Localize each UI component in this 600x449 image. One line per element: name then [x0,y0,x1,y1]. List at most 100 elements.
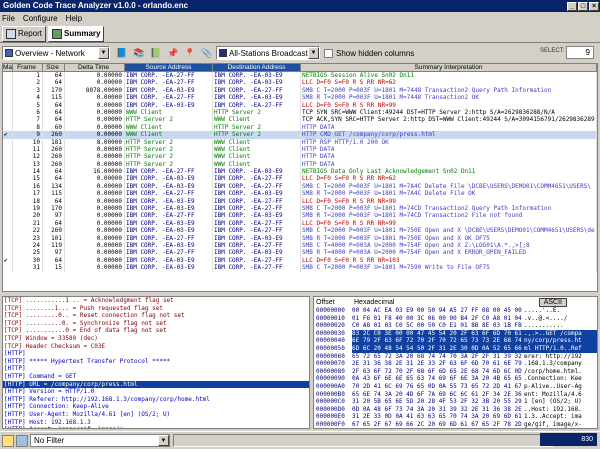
menu-file[interactable]: File [2,14,15,23]
table-row[interactable]: 14 64 16.00000 IBM CORP. -EA-27-FF IBM CORP.… [3,168,597,176]
frame-cell: 6 [13,108,43,117]
table-row[interactable]: 15 64 0.00000 IBM CORP. -EA-03-E9 IBM CORP. … [3,175,597,183]
table-row[interactable]: 22 260 0.00000 IBM CORP. -EA-03-E9 IBM CORP.… [3,227,597,235]
book-search-icon[interactable]: 📗 [148,46,164,60]
close-icon[interactable]: × [589,1,599,11]
table-row[interactable]: 20 97 0.00000 IBM CORP. -EA-27-FF IBM CORP. … [3,212,597,220]
chevron-down-icon[interactable]: ▼ [308,47,319,59]
detail-line[interactable]: [TCP] ...........0 = End of data flag no… [3,327,309,335]
hex-line[interactable]: 00000060 65 72 65 72 3A 20 68 74 74 70 3A… [314,353,597,361]
hex-line[interactable]: 00000080 2F 63 6F 72 70 2F 68 6F 6D 65 2E… [314,368,597,376]
detail-line[interactable]: [HTTP] Referer: http://192.168.1.3/compa… [3,396,309,404]
filter-select[interactable]: No Filter ▼ [30,434,170,447]
detail-line[interactable]: [HTTP] ***** Hypertext Transfer Protocol… [3,358,309,366]
table-row[interactable]: 17 115 0.00000 IBM CORP. -EA-27-FF IBM CORP.… [3,190,597,198]
books-icon[interactable]: 📚 [131,46,147,60]
chevron-down-icon[interactable]: ▼ [158,435,169,446]
table-row[interactable]: 19 170 0.00000 IBM CORP. -EA-03-E9 IBM CORP.… [3,205,597,213]
table-row[interactable]: 24 119 0.00000 IBM CORP. -EA-03-E9 IBM CORP.… [3,241,597,250]
show-hidden-columns-checkbox[interactable] [324,48,333,58]
col-delta-time[interactable]: Delta Time [65,64,125,72]
menu-configure[interactable]: Configure [23,14,58,23]
table-row[interactable]: 12 260 0.00000 HTTP Server 2 WWW Client HTTP … [3,153,597,161]
detail-line[interactable]: [TCP] Header Checksum = C03E [3,343,309,351]
hex-line[interactable]: 000000C0 31 20 5B 65 6E 5D 20 28 4F 53 2F… [314,398,597,406]
view-select[interactable]: Overview - Network ▼ [2,46,110,60]
detail-line[interactable]: [TCP] .........0.. = Reset connection fl… [3,312,309,320]
detail-line[interactable]: [HTTP] Version = HTTP/1.0 [3,388,309,396]
detail-line[interactable]: [HTTP] Command = GET [3,373,309,381]
table-row[interactable]: 6 64 0.00000 WWW Client HTTP Server 2 TCP SYN… [3,108,597,117]
table-row[interactable]: 18 64 0.00000 IBM CORP. -EA-03-E9 IBM CORP. … [3,197,597,206]
col-frame[interactable]: Frame [13,64,43,72]
detail-line[interactable]: [TCP] ..........0. = Synchronize flag no… [3,320,309,328]
frame-grid[interactable]: Mark Frame Size Delta Time Source Addres… [2,63,598,292]
table-row[interactable]: ✔ 9 260 0.00000 WWW Client HTTP Server 2 HTTP … [3,131,597,139]
col-mark[interactable]: Mark [3,64,13,72]
table-row[interactable]: 11 260 0.00000 HTTP Server 2 WWW Client HTTP … [3,145,597,154]
detail-line[interactable]: [HTTP] Host: 192.168.1.3 [3,419,309,427]
table-row[interactable]: 7 64 0.00000 HTTP Server 2 WWW Client TCP ACK… [3,116,597,124]
select-input[interactable]: 9 [566,46,594,59]
table-row[interactable]: 23 101 0.00000 IBM CORP. -EA-27-FF IBM CORP.… [3,234,597,242]
hex-line[interactable]: 00000020 C0 A8 01 03 C0 5C 00 50 C0 E1 01… [314,322,597,330]
detail-line[interactable]: [HTTP] User-Agent: Mozilla/4.61 [en] (OS… [3,411,309,419]
hex-line[interactable]: 0000010078 62 69 74 6D 61 70 2C 20 [314,429,597,430]
table-row[interactable]: 4 115 0.00000 IBM CORP. -EA-27-FF IBM CORP. … [3,94,597,102]
col-source-address[interactable]: Source Address [125,64,213,72]
detail-line[interactable]: [HTTP] [3,350,309,358]
detail-line[interactable]: [HTTP] [3,365,309,373]
folder-icon[interactable] [2,434,14,447]
pin-search-icon[interactable]: 📍 [182,46,198,60]
hex-line[interactable]: 00000090 0A 43 6F 6E 6E 65 63 74 69 6F 6E… [314,375,597,383]
table-row[interactable]: 2 64 0.00000 IBM CORP. -EA-27-FF IBM CORP. -… [3,79,597,87]
hex-line[interactable]: 00000070 2E 31 36 38 2E 31 2E 33 2F 63 6F… [314,360,597,368]
chevron-down-icon[interactable]: ▼ [98,47,109,59]
table-row[interactable]: 5 64 0.00000 IBM CORP. -EA-03-E9 IBM CORP. -… [3,101,597,109]
tab-summary[interactable]: Summary [48,25,105,42]
col-size[interactable]: Size [43,64,65,72]
ascii-button[interactable]: ASCII [538,297,567,307]
hex-line[interactable]: 00000000 00 04 AC EA 03 E9 00 50 94 A5 27… [314,307,597,315]
col-destination-address[interactable]: Destination Address [213,64,301,72]
tab-report[interactable]: Report [2,25,47,42]
delta-time-cell: 0.00000 [65,264,125,272]
detail-line[interactable]: [TCP] ........1... = Push requested flag… [3,305,309,313]
pin-icon[interactable]: 📌 [165,46,181,60]
table-row[interactable]: 25 97 0.00000 IBM CORP. -EA-27-FF IBM CORP. … [3,249,597,257]
detail-pane[interactable]: [TCP] ...........1 .. = Acknowledgment f… [2,296,310,429]
minimize-icon[interactable]: _ [567,1,577,11]
hex-line[interactable]: 000000E0 31 2E 33 0D 0A 41 63 63 65 70 74… [314,413,597,421]
hex-line[interactable]: 000000F0 67 65 2F 67 69 66 2C 20 69 6D 61… [314,421,597,428]
filter-icon[interactable] [16,434,28,447]
table-row[interactable]: 3 170 8078.00000 IBM CORP. -EA-03-E9 IBM COR… [3,86,597,95]
book-icon[interactable]: 📘 [114,46,130,60]
hex-line[interactable]: 00000040 6E 79 2F 63 6F 72 70 2F 70 72 65… [314,337,597,345]
detail-line[interactable]: [HTTP] Connection: Keep-Alive [3,403,309,411]
table-row[interactable]: 31 15 0.00000 IBM CORP. -EA-03-E9 IBM CORP. … [3,264,597,272]
hex-line[interactable]: 00000010 01 F6 01 F8 40 00 3C 06 00 00 B4… [314,315,597,323]
hex-line[interactable]: 000000D0 0D 0A 48 6F 73 74 3A 20 31 39 32… [314,406,597,414]
detail-line[interactable]: [HTTP] Accept: image/gif, image/x- [3,426,309,428]
destination-address-cell: IBM CORP. -EA-27-FF [213,205,301,213]
table-row[interactable]: ✔ 30 64 0.00000 IBM CORP. -EA-03-E9 IBM CORP.… [3,256,597,265]
hex-line[interactable]: 00000030 83 2C C0 3E 00 00 47 45 54 20 2F… [314,329,597,338]
pin-add-icon[interactable]: 📎 [199,46,215,60]
maximize-icon[interactable]: □ [578,1,588,11]
col-summary[interactable]: Summary Interpretation [301,64,597,72]
hex-line[interactable]: 000000B0 65 6E 74 3A 20 4D 6F 7A 69 6C 6C… [314,391,597,399]
table-row[interactable]: 16 134 0.00000 IBM CORP. -EA-03-E9 IBM CORP.… [3,182,597,191]
hex-line[interactable]: 00000050 6D 6C 20 48 54 54 50 2F 31 2E 30… [314,344,597,353]
table-row[interactable]: 10 181 8.00000 HTTP Server 2 WWW Client HTTP … [3,138,597,146]
table-row[interactable]: 8 60 0.00000 WWW Client HTTP Server 2 HTTP DA… [3,123,597,132]
menu-help[interactable]: Help [66,14,82,23]
detail-line[interactable]: [HTTP] URL = /company/corp/press.html [3,380,309,389]
hex-line[interactable]: 000000A0 70 2D 41 6C 69 76 65 0D 0A 55 73… [314,383,597,391]
detail-line[interactable]: [TCP] ...........1 .. = Acknowledgment f… [3,297,309,305]
detail-line[interactable]: [TCP] Window = 33580 (dec) [3,335,309,343]
table-row[interactable]: 21 64 0.00000 IBM CORP. -EA-03-E9 IBM CORP. … [3,219,597,228]
table-row[interactable]: 13 260 0.00000 HTTP Server 2 WWW Client HTTP … [3,160,597,169]
hex-pane[interactable]: Offset Hexadecimal ASCII 00000000 00 04 A… [313,296,598,429]
table-row[interactable]: 1 64 0.00000 IBM CORP. -EA-27-FF IBM CORP. -… [3,72,597,80]
station-filter-select[interactable]: All-Stations Broadcast ▼ [216,46,320,60]
